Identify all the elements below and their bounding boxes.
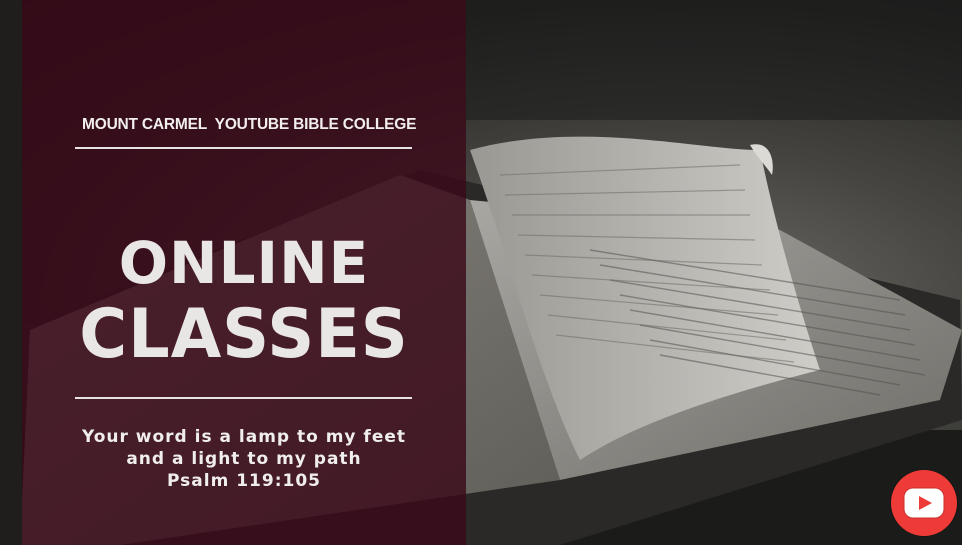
headline-classes: CLASSES xyxy=(79,295,409,374)
youtube-play-icon xyxy=(903,487,945,519)
left-border xyxy=(0,0,22,545)
verse-line-2: and a light to my path xyxy=(126,449,362,469)
youtube-play-button[interactable] xyxy=(891,470,957,536)
headline-online: ONLINE xyxy=(118,229,370,297)
verse-reference: Psalm 119:105 xyxy=(167,471,321,491)
divider-bottom xyxy=(75,397,412,399)
college-name: MOUNT CARMEL YOUTUBE BIBLE COLLEGE xyxy=(82,116,417,133)
thumbnail-canvas: MOUNT CARMEL YOUTUBE BIBLE COLLEGE ONLIN… xyxy=(0,0,962,545)
verse-block: Your word is a lamp to my feet and a lig… xyxy=(22,426,466,492)
verse-line-1: Your word is a lamp to my feet xyxy=(81,427,407,447)
divider-top xyxy=(75,147,412,149)
